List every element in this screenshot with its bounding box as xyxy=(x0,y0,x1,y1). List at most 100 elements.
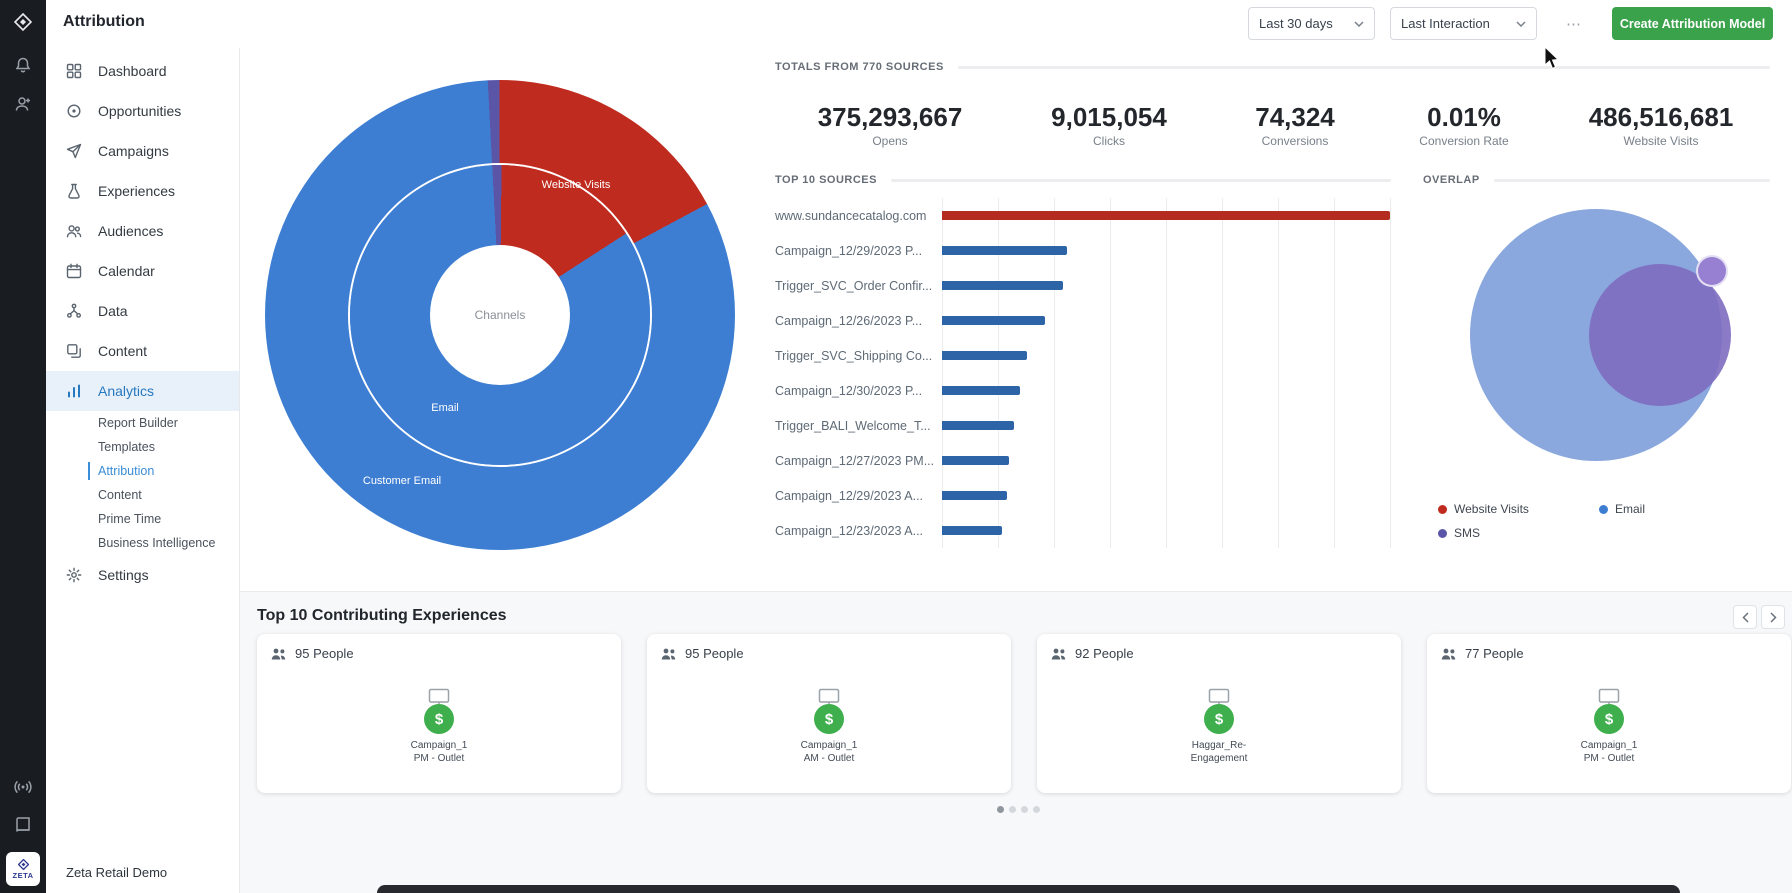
donut-label-website-visits: Website Visits xyxy=(542,179,611,191)
sidebar-item-experiences[interactable]: Experiences xyxy=(46,171,239,211)
sidebar-subitem-report-builder[interactable]: Report Builder xyxy=(46,411,239,435)
source-bar xyxy=(942,211,1390,220)
sidebar-subitem-templates[interactable]: Templates xyxy=(46,435,239,459)
create-attribution-model-button[interactable]: Create Attribution Model xyxy=(1612,7,1773,40)
experience-card[interactable]: 95 People $ Campaign_1AM - Outlet xyxy=(647,634,1011,793)
source-label[interactable]: Campaign_12/27/2023 PM... xyxy=(775,454,942,468)
source-bar xyxy=(942,386,1020,395)
source-row[interactable]: Trigger_BALI_Welcome_T... xyxy=(775,408,1391,443)
donut-label-customer-email: Customer Email xyxy=(363,475,441,487)
pagination-dot[interactable] xyxy=(1021,806,1028,813)
source-label[interactable]: Campaign_12/23/2023 A... xyxy=(775,524,942,538)
app-rail: ZETA xyxy=(0,0,46,893)
zeta-logo-icon[interactable] xyxy=(0,12,46,32)
legend-item-email[interactable]: Email xyxy=(1599,502,1645,516)
sidebar-subitem-business-intelligence[interactable]: Business Intelligence xyxy=(46,531,239,555)
stat-clicks: 9,015,054 Clicks xyxy=(1051,102,1167,148)
notifications-bell-icon[interactable] xyxy=(0,56,46,74)
source-row[interactable]: Campaign_12/29/2023 P... xyxy=(775,233,1391,268)
source-row[interactable]: Campaign_12/23/2023 A... xyxy=(775,513,1391,548)
channels-donut-chart[interactable]: Channels Website Visits Email Customer E… xyxy=(265,80,735,550)
people-icon xyxy=(271,647,287,661)
source-row[interactable]: Campaign_12/29/2023 A... xyxy=(775,478,1391,513)
source-bar-track xyxy=(942,421,1390,430)
source-label[interactable]: Trigger_SVC_Order Confir... xyxy=(775,279,942,293)
invite-user-icon[interactable] xyxy=(0,95,46,113)
source-label[interactable]: Trigger_SVC_Shipping Co... xyxy=(775,349,942,363)
stat-value: 9,015,054 xyxy=(1051,102,1167,132)
pagination-dot[interactable] xyxy=(1033,806,1040,813)
sidebar-subitem-prime-time[interactable]: Prime Time xyxy=(46,507,239,531)
sidebar-item-campaigns[interactable]: Campaigns xyxy=(46,131,239,171)
source-bar-track xyxy=(942,526,1390,535)
workspace-name[interactable]: Zeta Retail Demo xyxy=(66,865,167,880)
sidebar-item-content[interactable]: Content xyxy=(46,331,239,371)
zeta-badge-diamond-icon xyxy=(18,859,29,870)
people-count-text: 92 People xyxy=(1075,646,1134,661)
sidebar-item-calendar[interactable]: Calendar xyxy=(46,251,239,291)
stat-label: Website Visits xyxy=(1589,134,1734,148)
sidebar-item-analytics[interactable]: Analytics xyxy=(46,371,239,411)
date-range-select[interactable]: Last 30 days xyxy=(1248,7,1375,40)
donut-label-email: Email xyxy=(431,402,459,414)
docs-book-icon[interactable] xyxy=(0,816,46,834)
source-row[interactable]: www.sundancecatalog.com xyxy=(775,198,1391,233)
stat-value: 375,293,667 xyxy=(818,102,963,132)
sidebar-subitem-label: Report Builder xyxy=(98,416,178,430)
overlap-circle-sms-small[interactable] xyxy=(1696,255,1728,287)
source-label[interactable]: Campaign_12/29/2023 A... xyxy=(775,489,942,503)
sidebar-item-label: Campaigns xyxy=(98,143,169,159)
source-label[interactable]: Campaign_12/29/2023 P... xyxy=(775,244,942,258)
source-row[interactable]: Campaign_12/26/2023 P... xyxy=(775,303,1391,338)
attribution-model-select[interactable]: Last Interaction xyxy=(1390,7,1537,40)
more-options-button[interactable]: ⋯ xyxy=(1556,10,1592,38)
source-row[interactable]: Campaign_12/30/2023 P... xyxy=(775,373,1391,408)
carousel-pagination xyxy=(997,806,1040,813)
sidebar-subitem-content[interactable]: Content xyxy=(46,483,239,507)
source-label[interactable]: Campaign_12/30/2023 P... xyxy=(775,384,942,398)
sidebar-item-audiences[interactable]: Audiences xyxy=(46,211,239,251)
legend-dot xyxy=(1438,505,1447,514)
carousel-next-button[interactable] xyxy=(1761,605,1785,629)
source-label[interactable]: www.sundancecatalog.com xyxy=(775,209,942,223)
source-label[interactable]: Trigger_BALI_Welcome_T... xyxy=(775,419,942,433)
people-icon xyxy=(1051,647,1067,661)
experience-node[interactable]: $ Campaign_1AM - Outlet xyxy=(647,688,1011,765)
pagination-dot[interactable] xyxy=(1009,806,1016,813)
source-row[interactable]: Campaign_12/27/2023 PM... xyxy=(775,443,1391,478)
people-count-text: 95 People xyxy=(295,646,354,661)
pagination-dot[interactable] xyxy=(997,806,1004,813)
sidebar-item-settings[interactable]: Settings xyxy=(46,555,239,595)
sidebar-item-dashboard[interactable]: Dashboard xyxy=(46,51,239,91)
experience-node[interactable]: $ Campaign_1PM - Outlet xyxy=(1427,688,1791,765)
totals-heading-text: TOTALS FROM 770 SOURCES xyxy=(775,61,944,73)
sidebar-subitem-attribution[interactable]: Attribution xyxy=(46,459,239,483)
sidebar-item-label: Audiences xyxy=(98,223,163,239)
source-row[interactable]: Trigger_SVC_Shipping Co... xyxy=(775,338,1391,373)
experience-card[interactable]: 92 People $ Haggar_Re-Engagement xyxy=(1037,634,1401,793)
date-range-value: Last 30 days xyxy=(1259,16,1333,31)
legend-item-website-visits[interactable]: Website Visits xyxy=(1438,502,1599,516)
signal-icon[interactable] xyxy=(0,778,46,796)
people-icon xyxy=(661,647,677,661)
calendar-icon xyxy=(66,263,82,279)
legend-item-sms[interactable]: SMS xyxy=(1438,526,1599,540)
zeta-badge[interactable]: ZETA xyxy=(6,852,40,886)
legend-dot xyxy=(1438,529,1447,538)
chevron-down-icon xyxy=(1516,21,1526,27)
source-row[interactable]: Trigger_SVC_Order Confir... xyxy=(775,268,1391,303)
data-nodes-icon xyxy=(66,303,82,319)
source-label[interactable]: Campaign_12/26/2023 P... xyxy=(775,314,942,328)
stat-value: 486,516,681 xyxy=(1589,102,1734,132)
sidebar-item-data[interactable]: Data xyxy=(46,291,239,331)
carousel-prev-button[interactable] xyxy=(1733,605,1757,629)
experience-node-label: Haggar_Re-Engagement xyxy=(1191,739,1248,765)
stat-label: Conversion Rate xyxy=(1419,134,1508,148)
sidebar-item-opportunities[interactable]: Opportunities xyxy=(46,91,239,131)
experience-node[interactable]: $ Haggar_Re-Engagement xyxy=(1037,688,1401,765)
dollar-icon: $ xyxy=(424,704,454,734)
experience-card[interactable]: 95 People $ Campaign_1PM - Outlet xyxy=(257,634,621,793)
experience-card[interactable]: 77 People $ Campaign_1PM - Outlet xyxy=(1427,634,1791,793)
experience-node[interactable]: $ Campaign_1PM - Outlet xyxy=(257,688,621,765)
people-icon xyxy=(1441,647,1457,661)
